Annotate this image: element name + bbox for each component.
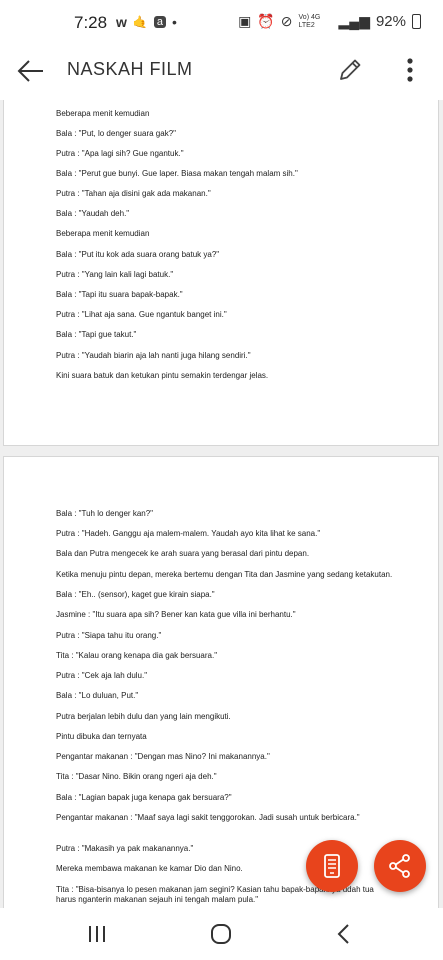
hand-icon: 🤙 [132,15,148,29]
script-line: Bala : "Tuh lo denger kan?" [56,509,153,518]
script-line: Putra : "Cek aja lah dulu." [56,671,148,680]
script-line: Bala : "Put itu kok ada suara orang batu… [56,250,220,259]
script-line: Tita : "Kalau orang kenapa dia gak bersu… [56,651,218,660]
script-line: Putra berjalan lebih dulu dan yang lain … [56,712,231,721]
script-line: Pengantar makanan : "Maaf saya lagi saki… [56,813,360,822]
script-line: Bala : "Tapi gue takut." [56,330,137,339]
do-not-disturb-icon: ⊘ [280,13,293,29]
script-line: Bala : "Yaudah deh." [56,209,130,218]
pencil-icon[interactable] [336,56,364,84]
script-line: Putra : "Lihat aja sana. Gue ngantuk ban… [56,310,227,319]
script-line: Bala dan Putra mengecek ke arah suara ya… [56,549,310,558]
script-line: Pengantar makanan : "Dengan mas Nino? In… [56,752,270,761]
script-line: Beberapa menit kemudian [56,109,150,118]
script-line: Bala : "Lagian bapak juga kenapa gak ber… [56,793,232,802]
script-line: Ketika menuju pintu depan, mereka bertem… [56,570,393,579]
network-type-icon: Vo) 4G LTE2 [298,13,321,29]
document-page-1: Beberapa menit kemudian Bala : "Put, lo … [3,100,439,446]
script-line: Pintu dibuka dan ternyata [56,732,147,741]
script-line: Putra : "Tahan aja disini gak ada makana… [56,189,211,198]
share-icon [389,854,410,878]
script-line: Putra : "Yaudah biarin aja lah nanti jug… [56,351,251,360]
script-line: Bala : "Perut gue bunyi. Gue laper. Bias… [56,169,298,178]
battery-icon [412,14,421,29]
alarm-icon: ⏰ [257,13,275,29]
script-line: Putra : "Hadeh. Ganggu aja malem-malem. … [56,529,321,538]
app-bar: NASKAH FILM [0,44,443,101]
dot-icon: • [171,14,177,30]
page-title: NASKAH FILM [67,59,193,79]
script-line: Bala : "Lo duluan, Put." [56,691,139,700]
ai-app-icon: a [153,16,166,28]
status-time: 7:28 [74,13,108,32]
back-arrow-icon[interactable] [16,56,46,86]
signal-icon: ▂▄▆ [338,13,370,29]
more-options-icon[interactable] [397,56,423,84]
document-viewer[interactable]: Beberapa menit kemudian Bala : "Put, lo … [0,100,443,908]
w-app-icon: w [116,14,127,30]
recent-apps-icon[interactable] [84,922,110,946]
status-bar: 7:28 w 🤙 a • ▣ ⏰ ⊘ Vo) 4G LTE2 ▂▄▆ 92% [0,0,443,44]
battery-saver-icon: ▣ [238,13,252,29]
script-line: Jasmine : "Itu suara apa sih? Bener kan … [56,610,296,619]
document-icon [324,854,340,878]
battery-level: 92% [375,13,406,30]
script-line: Bala : "Put, lo denger suara gak?" [56,129,176,138]
script-line: Beberapa menit kemudian [56,229,150,238]
share-button[interactable] [374,840,426,892]
script-line: Putra : "Yang lain kali lagi batuk." [56,270,174,279]
system-icons: ▣ ⏰ ⊘ Vo) 4G LTE2 ▂▄▆ 92% [238,13,421,30]
script-line: Bala : "Eh.. (sensor), kaget gue kirain … [56,590,215,599]
nav-back-icon[interactable] [332,922,358,946]
script-line: Putra : "Siapa tahu itu orang." [56,631,162,640]
script-line: Tita : "Dasar Nino. Bikin orang ngeri aj… [56,772,217,781]
script-line: Putra : "Apa lagi sih? Gue ngantuk." [56,149,184,158]
document-view-button[interactable] [306,840,358,892]
notification-icons: w 🤙 a • [116,14,177,30]
script-line: Kini suara batuk dan ketukan pintu semak… [56,371,269,380]
system-navigation-bar [0,908,443,960]
script-line: Bala : "Tapi itu suara bapak-bapak." [56,290,183,299]
home-icon[interactable] [208,922,234,946]
document-page-2: Bala : "Tuh lo denger kan?" Putra : "Had… [3,456,439,908]
